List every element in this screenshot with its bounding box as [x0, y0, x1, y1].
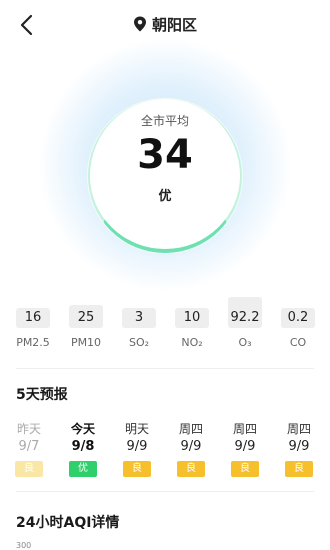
forecast-level-badge: 良: [231, 461, 259, 477]
pollutant-bar-group: 10: [175, 280, 209, 328]
forecast-day-name: 周四: [232, 422, 257, 436]
forecast-date: 9/9: [288, 439, 310, 454]
forecast-day-name: 周四: [178, 422, 203, 436]
forecast-level-badge: 优: [69, 461, 97, 477]
forecast-day[interactable]: 周四 9/9 良: [223, 420, 267, 477]
forecast-day-name: 明天: [124, 422, 149, 436]
pollutant-value: 0.2: [287, 310, 309, 325]
aqi-24h-y-tick: 300: [16, 541, 32, 550]
pollutant-bar-group: 3: [122, 280, 156, 328]
aqi-value: 34: [137, 132, 193, 178]
pollutant-value: 10: [183, 310, 201, 325]
forecast-day[interactable]: 今天 9/8 优: [61, 420, 105, 477]
pollutant-value: 25: [77, 310, 95, 325]
pollutant-bar-group: 25: [69, 280, 103, 328]
pollutant-label: PM10: [70, 336, 102, 349]
pollutant-bar-group: 0.2: [281, 280, 315, 328]
forecast-day-name: 周四: [286, 422, 311, 436]
forecast-date: 9/9: [234, 439, 256, 454]
pollutant-label: SO₂: [128, 336, 150, 349]
pollutant-label: O₃: [238, 336, 252, 349]
forecast-day[interactable]: 周四 9/9 良: [169, 420, 213, 477]
location-pin-icon: [133, 16, 146, 32]
pollutant-value: 92.2: [230, 310, 260, 325]
pollutant-value: 16: [24, 310, 42, 325]
divider: [16, 368, 314, 369]
forecast-date: 9/7: [18, 439, 40, 454]
location-name: 朝阳区: [151, 16, 197, 34]
forecast-day[interactable]: 周四 9/9 良: [277, 420, 321, 477]
forecast-date: 9/9: [180, 439, 202, 454]
pollutant-bar-group: 92.2: [228, 280, 262, 328]
pollutant-value: 3: [134, 310, 144, 325]
pollutant-label: CO: [289, 336, 307, 349]
forecast-day[interactable]: 明天 9/9 良: [115, 420, 159, 477]
aqi-summary-label: 全市平均: [140, 114, 189, 128]
forecast-level-badge: 良: [123, 461, 151, 477]
forecast-date: 9/9: [126, 439, 148, 454]
forecast-level-badge: 良: [15, 461, 43, 477]
aqi-level: 优: [158, 189, 172, 204]
aqi-summary-circle: 全市平均 34 优: [88, 99, 242, 253]
forecast-level-badge: 良: [177, 461, 205, 477]
forecast-title: 5天预报: [16, 387, 68, 403]
pollutant-label: NO₂: [181, 336, 203, 349]
aqi-24h-title: 24小时AQI详情: [16, 515, 120, 531]
location-selector[interactable]: 朝阳区: [0, 14, 330, 35]
divider: [16, 491, 314, 492]
forecast-day-name: 今天: [70, 422, 95, 436]
forecast-day[interactable]: 昨天 9/7 良: [7, 420, 51, 477]
forecast-day-name: 昨天: [16, 422, 41, 436]
pollutant-label: PM2.5: [16, 336, 50, 349]
forecast-date: 9/8: [71, 439, 95, 454]
pollutant-bar-group: 16: [16, 280, 50, 328]
forecast-level-badge: 良: [285, 461, 313, 477]
